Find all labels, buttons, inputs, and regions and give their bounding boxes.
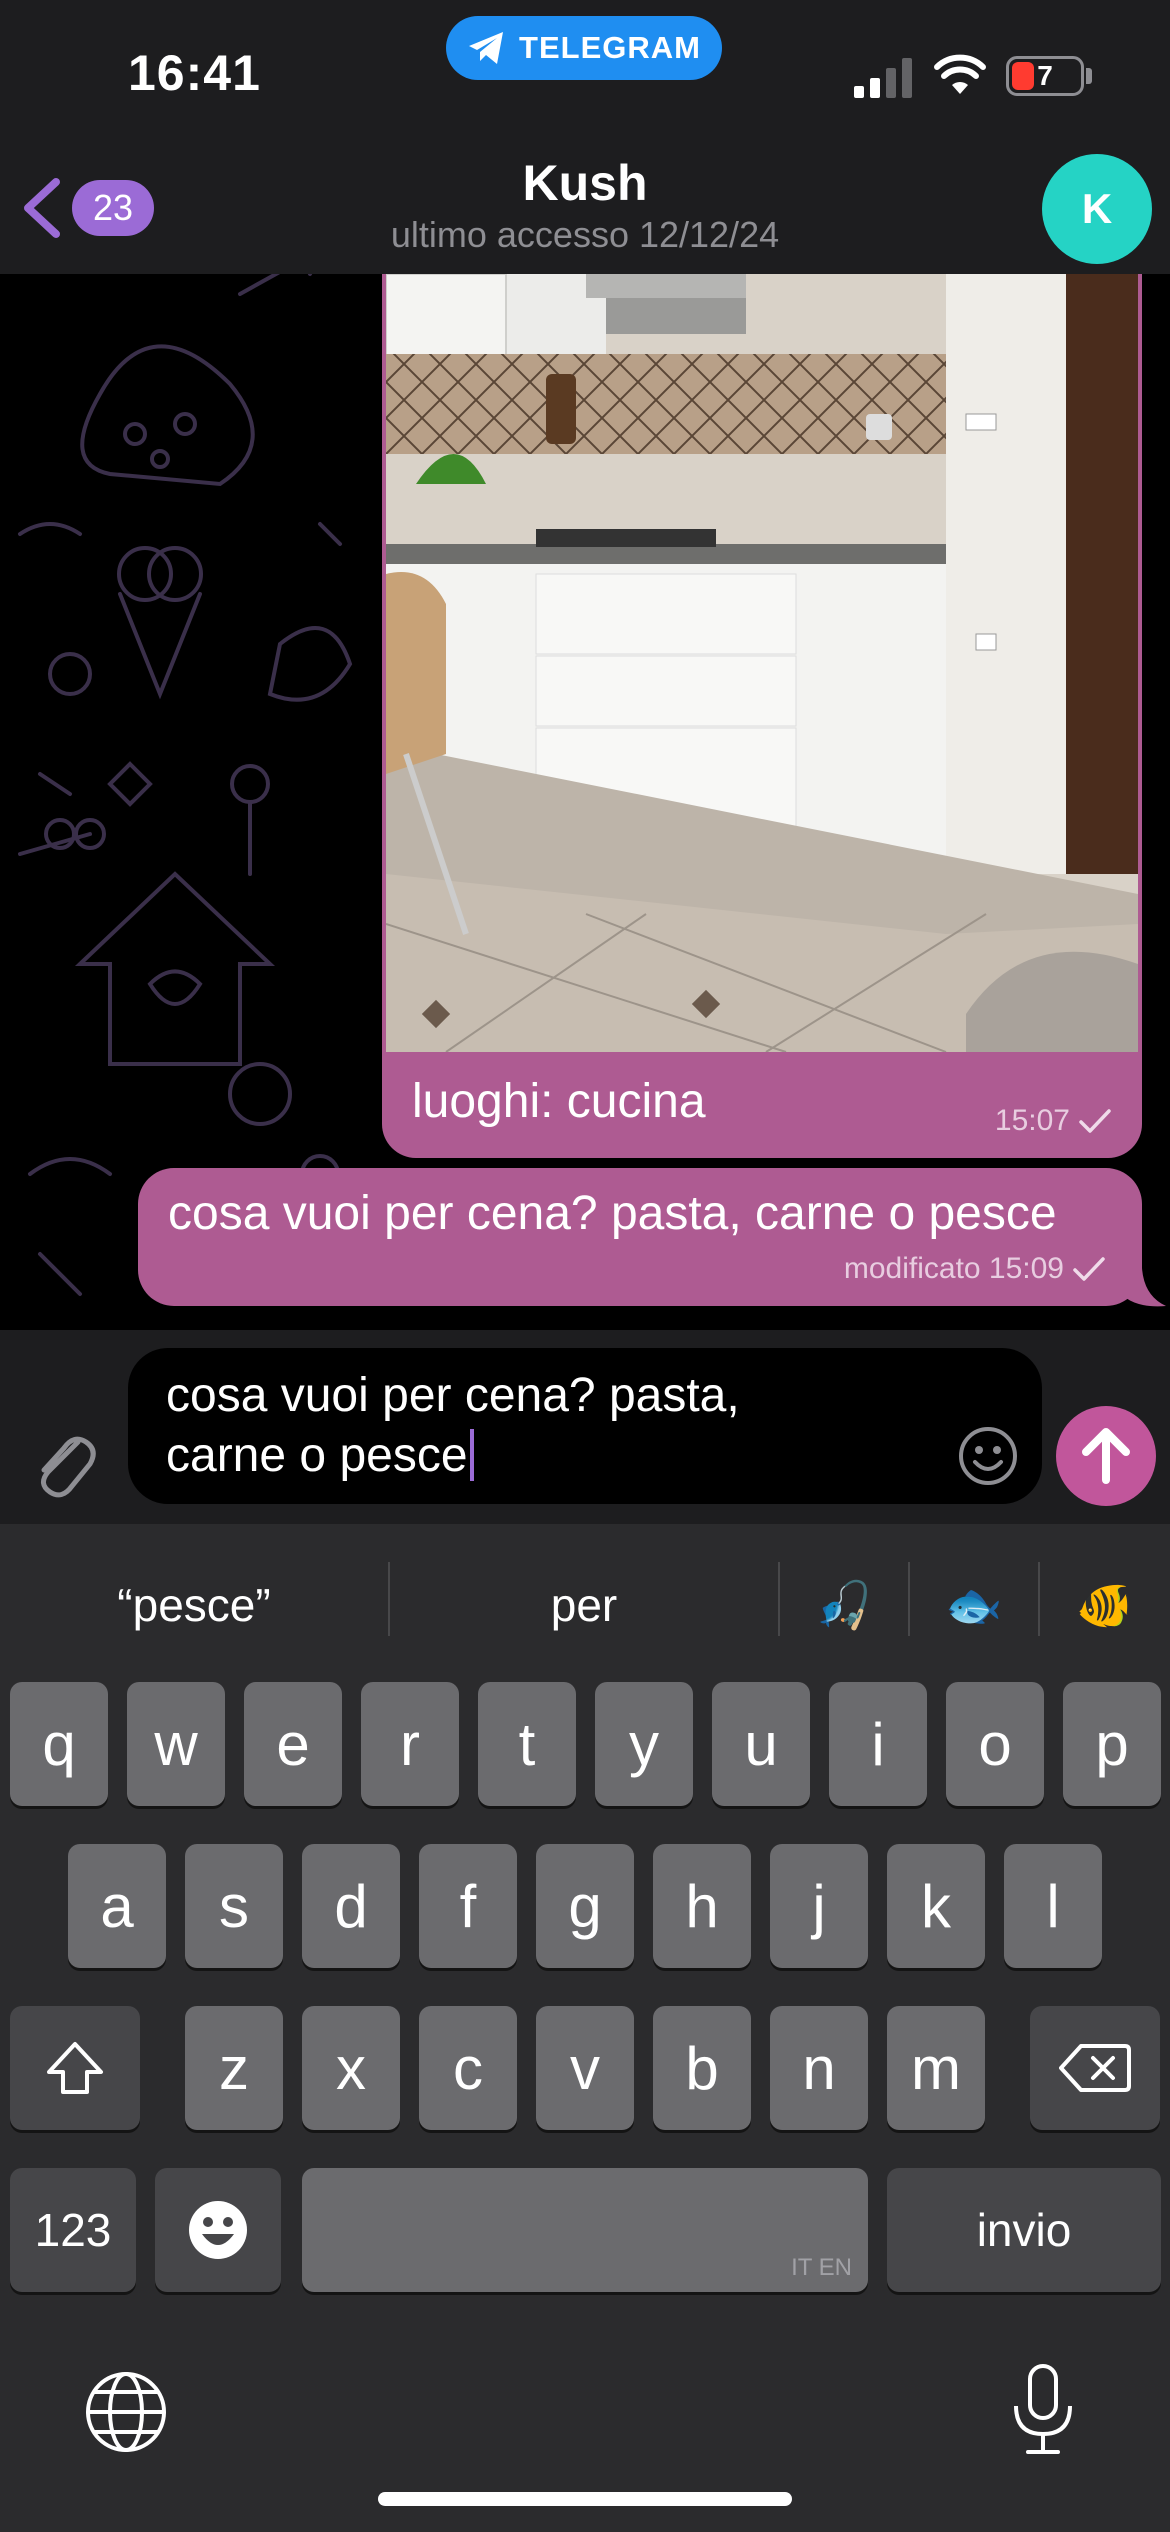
emoji-face-icon xyxy=(189,2201,247,2259)
message-time: modificato 15:09 xyxy=(843,1252,1064,1285)
key-h[interactable]: h xyxy=(653,1844,751,1968)
backspace-key[interactable] xyxy=(1030,2006,1160,2130)
send-button[interactable] xyxy=(1056,1406,1156,1506)
emoji-key[interactable] xyxy=(155,2168,281,2292)
suggestion-emoji-fishing-pole[interactable]: 🎣 xyxy=(780,1560,908,1650)
key-r[interactable]: r xyxy=(361,1682,459,1806)
key-v[interactable]: v xyxy=(536,2006,634,2130)
text-message[interactable]: cosa vuoi per cena? pasta, carne o pesce… xyxy=(138,1168,1142,1306)
status-time: 16:41 xyxy=(128,45,261,101)
cellular-signal-icon xyxy=(854,58,912,98)
shift-arrow-icon xyxy=(47,2042,103,2094)
kitchen-photo[interactable] xyxy=(386,274,1138,1052)
telegram-icon xyxy=(469,32,504,64)
key-z[interactable]: z xyxy=(185,2006,283,2130)
key-n[interactable]: n xyxy=(770,2006,868,2130)
key-l[interactable]: l xyxy=(1004,1844,1102,1968)
key-e[interactable]: e xyxy=(244,1682,342,1806)
bubble-tail xyxy=(1126,1268,1166,1307)
key-p[interactable]: p xyxy=(1063,1682,1161,1806)
key-j[interactable]: j xyxy=(770,1844,868,1968)
home-indicator[interactable] xyxy=(378,2492,792,2506)
paperclip-icon[interactable] xyxy=(28,1420,98,1500)
photo-caption: luoghi: cucina xyxy=(412,1075,706,1128)
key-c[interactable]: c xyxy=(419,2006,517,2130)
shift-key[interactable] xyxy=(10,2006,140,2130)
key-w[interactable]: w xyxy=(127,1682,225,1806)
chat-title[interactable]: Kush xyxy=(0,154,1170,212)
arrow-up-icon xyxy=(1082,1428,1130,1484)
return-key[interactable]: invio xyxy=(887,2168,1161,2292)
microphone-icon[interactable] xyxy=(1008,2362,1078,2458)
key-s[interactable]: s xyxy=(185,1844,283,1968)
battery-percent: 7 xyxy=(1037,60,1053,91)
key-g[interactable]: g xyxy=(536,1844,634,1968)
key-a[interactable]: a xyxy=(68,1844,166,1968)
message-input-line: carne o pesce xyxy=(166,1429,468,1482)
key-u[interactable]: u xyxy=(712,1682,810,1806)
battery-icon: 7 xyxy=(1006,56,1084,96)
text-caret xyxy=(469,1429,474,1481)
suggestion-item[interactable]: per xyxy=(390,1560,778,1650)
globe-icon[interactable] xyxy=(84,2370,168,2454)
message-time: 15:07 xyxy=(994,1104,1070,1137)
message-meta: modificato 15:09 xyxy=(844,1252,1106,1286)
key-m[interactable]: m xyxy=(887,2006,985,2130)
telegram-pill-label: TELEGRAM xyxy=(519,30,701,65)
backspace-icon xyxy=(1059,2044,1131,2092)
telegram-pill[interactable]: TELEGRAM xyxy=(446,16,722,80)
suggestion-emoji-fish[interactable]: 🐟 xyxy=(910,1560,1038,1650)
avatar[interactable]: K xyxy=(1042,154,1152,264)
message-text: cosa vuoi per cena? pasta, carne o pesce xyxy=(168,1187,1057,1240)
key-q[interactable]: q xyxy=(10,1682,108,1806)
emoji-sticker-icon[interactable] xyxy=(956,1424,1020,1488)
key-y[interactable]: y xyxy=(595,1682,693,1806)
numbers-key[interactable]: 123 xyxy=(10,2168,136,2292)
key-b[interactable]: b xyxy=(653,2006,751,2130)
message-input-line: cosa vuoi per cena? pasta, xyxy=(166,1369,740,1422)
key-t[interactable]: t xyxy=(478,1682,576,1806)
check-icon xyxy=(1073,1257,1105,1281)
check-icon xyxy=(1079,1109,1111,1133)
suggestion-emoji-tropical-fish[interactable]: 🐠 xyxy=(1040,1560,1170,1650)
last-seen: ultimo accesso 12/12/24 xyxy=(390,214,780,255)
photo-message[interactable]: luoghi: cucina 15:07 xyxy=(382,274,1142,1158)
space-key[interactable]: IT EN xyxy=(302,2168,868,2292)
message-meta: 15:07 xyxy=(995,1104,1112,1138)
key-o[interactable]: o xyxy=(946,1682,1044,1806)
message-input[interactable]: cosa vuoi per cena? pasta, carne o pesce xyxy=(128,1348,1042,1504)
suggestion-item[interactable]: “pesce” xyxy=(0,1560,388,1650)
key-f[interactable]: f xyxy=(419,1844,517,1968)
wifi-icon xyxy=(934,54,986,94)
space-language-label: IT EN xyxy=(791,2254,852,2281)
key-k[interactable]: k xyxy=(887,1844,985,1968)
battery-cap xyxy=(1086,68,1092,84)
key-x[interactable]: x xyxy=(302,2006,400,2130)
key-i[interactable]: i xyxy=(829,1682,927,1806)
key-d[interactable]: d xyxy=(302,1844,400,1968)
message-input-text[interactable]: cosa vuoi per cena? pasta, carne o pesce xyxy=(166,1366,926,1486)
